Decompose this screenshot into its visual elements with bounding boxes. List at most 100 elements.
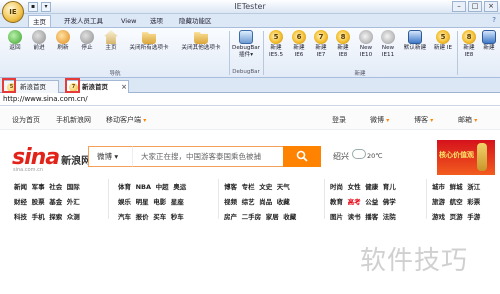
default-new-icon (408, 30, 422, 44)
address-bar[interactable]: http://www.sina.com.cn/ (0, 94, 500, 106)
mail-link[interactable]: 邮箱 ▾ (458, 115, 477, 125)
address-input[interactable]: http://www.sina.com.cn/ (3, 95, 88, 103)
group-label-debugbar: DebugBar (232, 69, 260, 75)
back-button[interactable]: 返回 (4, 30, 26, 68)
mobile-client-link[interactable]: 移动客户端 ▾ (106, 115, 146, 125)
mobile-sina-link[interactable]: 手机新浪网 (56, 115, 91, 125)
home-icon (104, 30, 118, 44)
nav-row: 科技 手机 探索 众测 (14, 213, 80, 221)
debugbar-plugin-button[interactable]: DebugBar 插件▾ (232, 30, 260, 68)
new-ie7-button[interactable]: 7 新建 IE7 (311, 30, 331, 68)
debugbar-icon (239, 30, 253, 44)
ie-icon: 8 (462, 30, 476, 44)
app-menu-orb-icon[interactable]: IE (2, 1, 24, 23)
promo-figure (477, 143, 487, 171)
group-label-navigation: 导航 (109, 71, 121, 77)
ie-icon: 7 (314, 30, 328, 44)
nav-row: 旅游 航空 彩票 (432, 198, 481, 206)
stop-icon (80, 30, 94, 44)
new-ie-button[interactable]: 5 新建 IE (432, 30, 454, 68)
new-ie55-button[interactable]: 5 新建 IE5.5 (265, 30, 287, 68)
tab-options[interactable]: 选项 (146, 15, 167, 27)
nav-divider (426, 179, 427, 219)
search-button[interactable] (283, 146, 321, 167)
home-button[interactable]: 主页 (100, 30, 122, 68)
weather-temperature: 20℃ (367, 152, 383, 160)
nav-divider (218, 179, 219, 219)
login-link[interactable]: 登录 (332, 115, 346, 125)
nav-divider (324, 179, 325, 219)
ribbon-tab-bar: 主页 开发人员工具 View 选项 隐藏功能区 ? (0, 14, 500, 27)
ribbon-more-button[interactable]: 新建 (480, 30, 498, 68)
window-title: IETester (234, 2, 266, 11)
caret-down-icon: ▾ (430, 117, 434, 124)
set-homepage-link[interactable]: 设为首页 (12, 115, 40, 125)
tab-home[interactable]: 主页 (28, 15, 51, 27)
window-controls: – □ × (452, 1, 498, 12)
new-ie8-button[interactable]: 8 新建 IE8 (333, 30, 353, 68)
maximize-button[interactable]: □ (468, 1, 482, 12)
caret-down-icon: ▾ (143, 117, 147, 124)
tab-hide-ribbon[interactable]: 隐藏功能区 (175, 15, 216, 27)
close-all-tabs-button[interactable]: 关闭所有选项卡 (124, 30, 174, 68)
ie-gray-icon (359, 30, 373, 44)
new-ie6-button[interactable]: 6 新建 IE6 (289, 30, 309, 68)
ie-icon: 6 (292, 30, 306, 44)
nav-row: 图片 读书 播客 法院 (330, 213, 396, 221)
ie-gray-icon (381, 30, 395, 44)
close-other-tabs-button[interactable]: 关闭其他选项卡 (176, 30, 226, 68)
caret-down-icon: ▾ (386, 117, 390, 124)
nav-row: 游戏 页游 手游 (432, 213, 481, 221)
nav-row: 财经 股票 基金 外汇 (14, 198, 80, 206)
title-bar: ▪ ▾ IETester – □ × (0, 0, 500, 14)
tab-developer-tools[interactable]: 开发人员工具 (60, 15, 107, 27)
weather-city[interactable]: 绍兴 (333, 151, 349, 162)
back-arrow-icon (8, 30, 22, 44)
tab-view[interactable]: View (117, 15, 140, 27)
ie-icon: 5 (269, 30, 283, 44)
nav-row: 娱乐 明星 电影 星座 (118, 198, 184, 206)
folder-icon (194, 32, 208, 44)
forward-button[interactable]: 前进 (28, 30, 50, 68)
default-new-button[interactable]: 默认新建 (400, 30, 430, 68)
nav-row: 视频 综艺 尚品 收藏 (224, 198, 290, 206)
nav-row: 教育 高考 公益 佛学 (330, 196, 396, 206)
group-label-new: 新建 (354, 71, 366, 77)
group-separator (263, 31, 264, 75)
help-icon[interactable]: ? (492, 16, 496, 24)
weibo-link[interactable]: 微博 ▾ (370, 115, 389, 125)
new-ie11-button[interactable]: New IE11 (378, 30, 398, 68)
ie-icon: 5 (436, 30, 450, 44)
promo-text: 核心价值观 (439, 151, 474, 159)
minimize-button[interactable]: – (452, 1, 466, 12)
stop-button[interactable]: 停止 (76, 30, 98, 68)
new-ie8-extra-button[interactable]: 8 新建 IE8 (460, 30, 478, 68)
nav-divider (108, 179, 109, 219)
search-input[interactable]: 大家正在搜，中国游客泰国乘色被捕 (132, 146, 284, 167)
nav-row: 汽车 报价 买车 秒车 (118, 213, 184, 221)
more-icon (482, 30, 496, 44)
close-tab-icon[interactable]: × (121, 81, 127, 93)
nav-row: 体育 NBA 中超 奥运 (118, 183, 187, 191)
new-ie10-button[interactable]: New IE10 (356, 30, 376, 68)
highlight-box (2, 78, 16, 93)
cloud-icon (352, 149, 366, 159)
folder-icon (142, 32, 156, 44)
nav-row: 新闻 军事 社会 国际 (14, 183, 80, 191)
search-type-select[interactable]: 微博 ▾ (88, 146, 132, 167)
refresh-icon (56, 30, 70, 44)
caret-down-icon: ▾ (474, 117, 478, 124)
close-button[interactable]: × (484, 1, 498, 12)
sina-domain: sina.com.cn (13, 167, 44, 173)
ribbon: 返回 前进 刷新 停止 主页 关闭所有选项卡 关闭其他选项卡 导航 DebugB… (0, 27, 500, 78)
nav-row: 时尚 女性 健康 育儿 (330, 183, 396, 191)
group-separator (457, 31, 458, 75)
watermark-text: 软件技巧 (360, 246, 469, 276)
gaokao-link[interactable]: 高考 (348, 196, 361, 206)
nav-row: 城市 鲜城 浙江 (432, 183, 481, 191)
nav-row: 博客 专栏 文史 天气 (224, 183, 290, 191)
blog-link[interactable]: 博客 ▾ (414, 115, 433, 125)
forward-arrow-icon (32, 30, 46, 44)
refresh-button[interactable]: 刷新 (52, 30, 74, 68)
sina-top-bar: 设为首页 手机新浪网 移动客户端 ▾ 登录 微博 ▾ 博客 ▾ 邮箱 ▾ (0, 108, 500, 130)
